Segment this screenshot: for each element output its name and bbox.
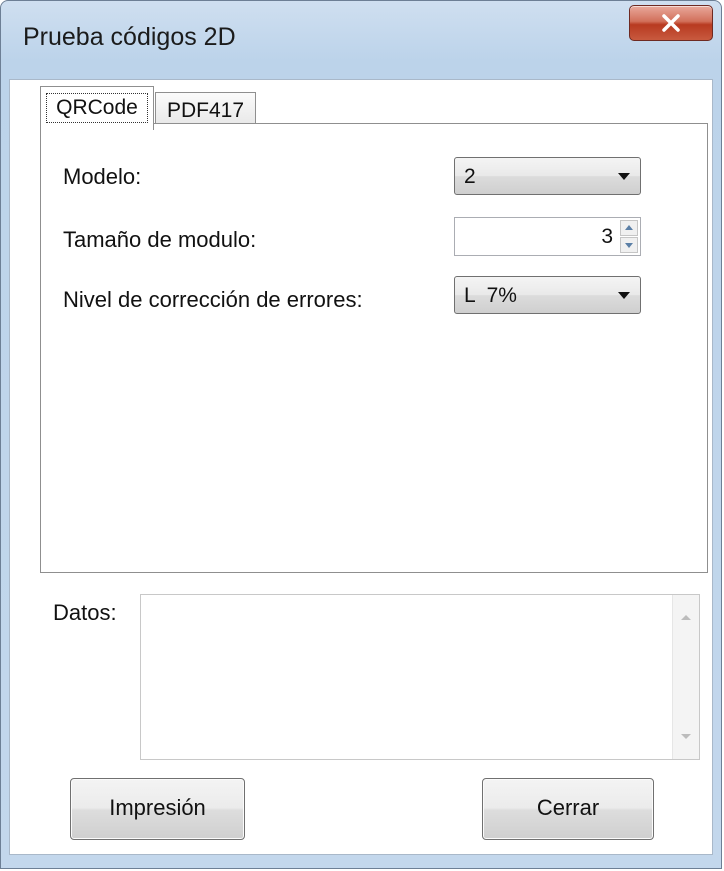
model-select-value: 2 xyxy=(464,165,476,188)
model-label: Modelo: xyxy=(63,164,142,189)
qrcode-tab-panel: Modelo: 2 Tamaño de modulo: 3 Nivel de c… xyxy=(40,123,708,573)
close-button[interactable]: Cerrar xyxy=(482,778,654,840)
tab-qrcode-label: QRCode xyxy=(46,93,148,123)
title-bar[interactable]: Prueba códigos 2D xyxy=(1,1,721,79)
chevron-down-icon xyxy=(618,173,630,180)
tab-qrcode[interactable]: QRCode xyxy=(40,86,154,130)
module-size-stepper[interactable]: 3 xyxy=(454,217,641,256)
datos-label: Datos: xyxy=(53,600,117,625)
error-level-select-value: L 7% xyxy=(464,284,517,307)
module-size-label: Tamaño de modulo: xyxy=(63,227,257,252)
datos-scrollbar[interactable] xyxy=(672,595,699,759)
dialog-window: Prueba códigos 2D QRCode PDF417 Modelo: … xyxy=(0,0,722,869)
module-size-value: 3 xyxy=(601,225,613,248)
scroll-up-arrow-icon[interactable] xyxy=(681,615,691,620)
datos-textarea[interactable] xyxy=(140,594,700,760)
dialog-client-area: QRCode PDF417 Modelo: 2 Tamaño de modulo… xyxy=(9,79,713,855)
chevron-down-icon xyxy=(618,292,630,299)
stepper-up-arrow-icon[interactable] xyxy=(620,220,638,236)
model-select[interactable]: 2 xyxy=(454,157,641,195)
stepper-down-arrow-icon[interactable] xyxy=(620,237,638,253)
tab-pdf417-label: PDF417 xyxy=(166,99,245,122)
close-x-icon xyxy=(662,14,680,32)
error-level-select[interactable]: L 7% xyxy=(454,276,641,314)
stepper-buttons xyxy=(620,220,638,253)
scroll-down-arrow-icon[interactable] xyxy=(681,734,691,739)
window-title: Prueba códigos 2D xyxy=(23,23,236,51)
error-level-label: Nivel de corrección de errores: xyxy=(63,287,363,312)
print-button[interactable]: Impresión xyxy=(70,778,245,840)
close-window-button[interactable] xyxy=(629,5,713,41)
